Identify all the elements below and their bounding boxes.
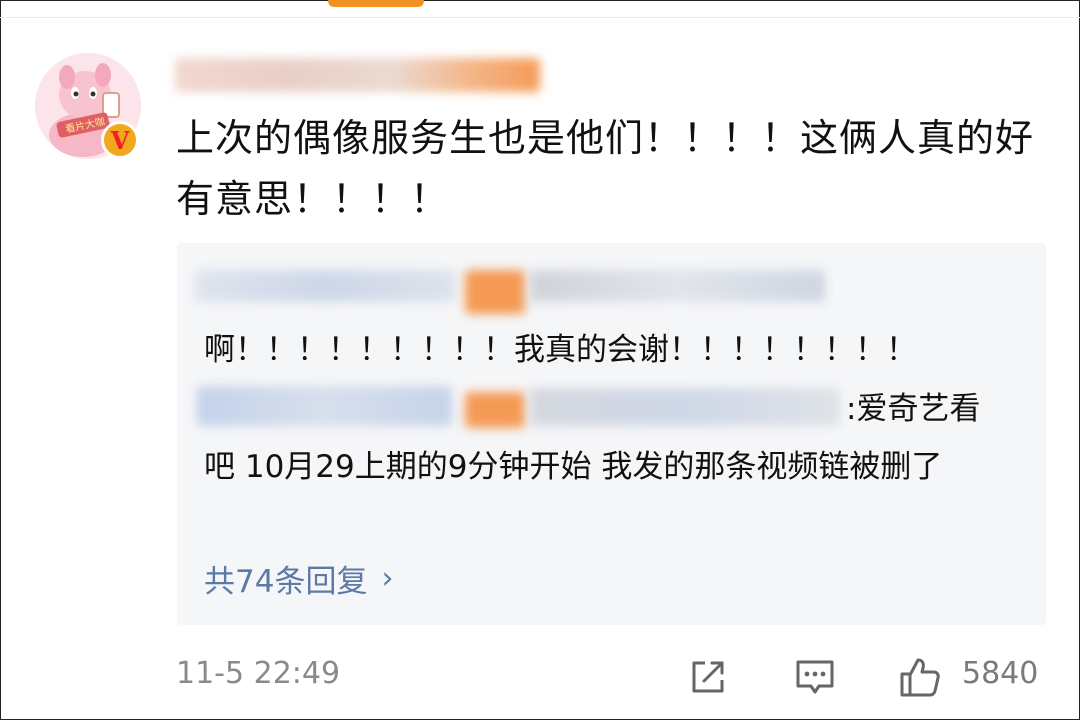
reply2-meta-redacted	[530, 388, 840, 426]
like-button[interactable]	[898, 655, 942, 699]
share-button[interactable]	[686, 655, 730, 699]
verified-badge-icon: V	[101, 121, 139, 159]
tab-indicator	[328, 0, 424, 7]
comment-text: 上次的偶像服务生也是他们！！！！这俩人真的好有意思！！！！	[176, 116, 1035, 221]
reply-meta-redacted	[530, 270, 825, 302]
like-count: 5840	[962, 656, 1039, 691]
reply2-text-head: :爱奇艺看	[846, 391, 981, 427]
comment-timestamp: 11-5 22:49	[176, 656, 341, 691]
reply2-text: 吧 10月29上期的9分钟开始 我发的那条视频链被删了	[204, 449, 943, 485]
username-redacted[interactable]	[175, 58, 540, 92]
comment-button[interactable]	[793, 655, 837, 699]
more-replies-link[interactable]: 共74条回复 ›	[204, 556, 393, 601]
reply2-badge-redacted	[465, 392, 525, 428]
thumbs-up-icon	[900, 658, 940, 697]
reply2-username-redacted[interactable]	[197, 386, 452, 426]
more-replies-label: 共74条回复	[204, 564, 368, 600]
reply-text: 啊！！！！！！！！！我真的会谢！！！！！！！！	[204, 332, 917, 368]
top-divider	[0, 17, 1080, 18]
reply-badge-redacted	[465, 270, 525, 314]
comment-icon	[796, 660, 834, 694]
share-icon	[692, 661, 724, 693]
chevron-right-icon: ›	[381, 561, 394, 596]
reply-username-redacted[interactable]	[195, 270, 455, 302]
